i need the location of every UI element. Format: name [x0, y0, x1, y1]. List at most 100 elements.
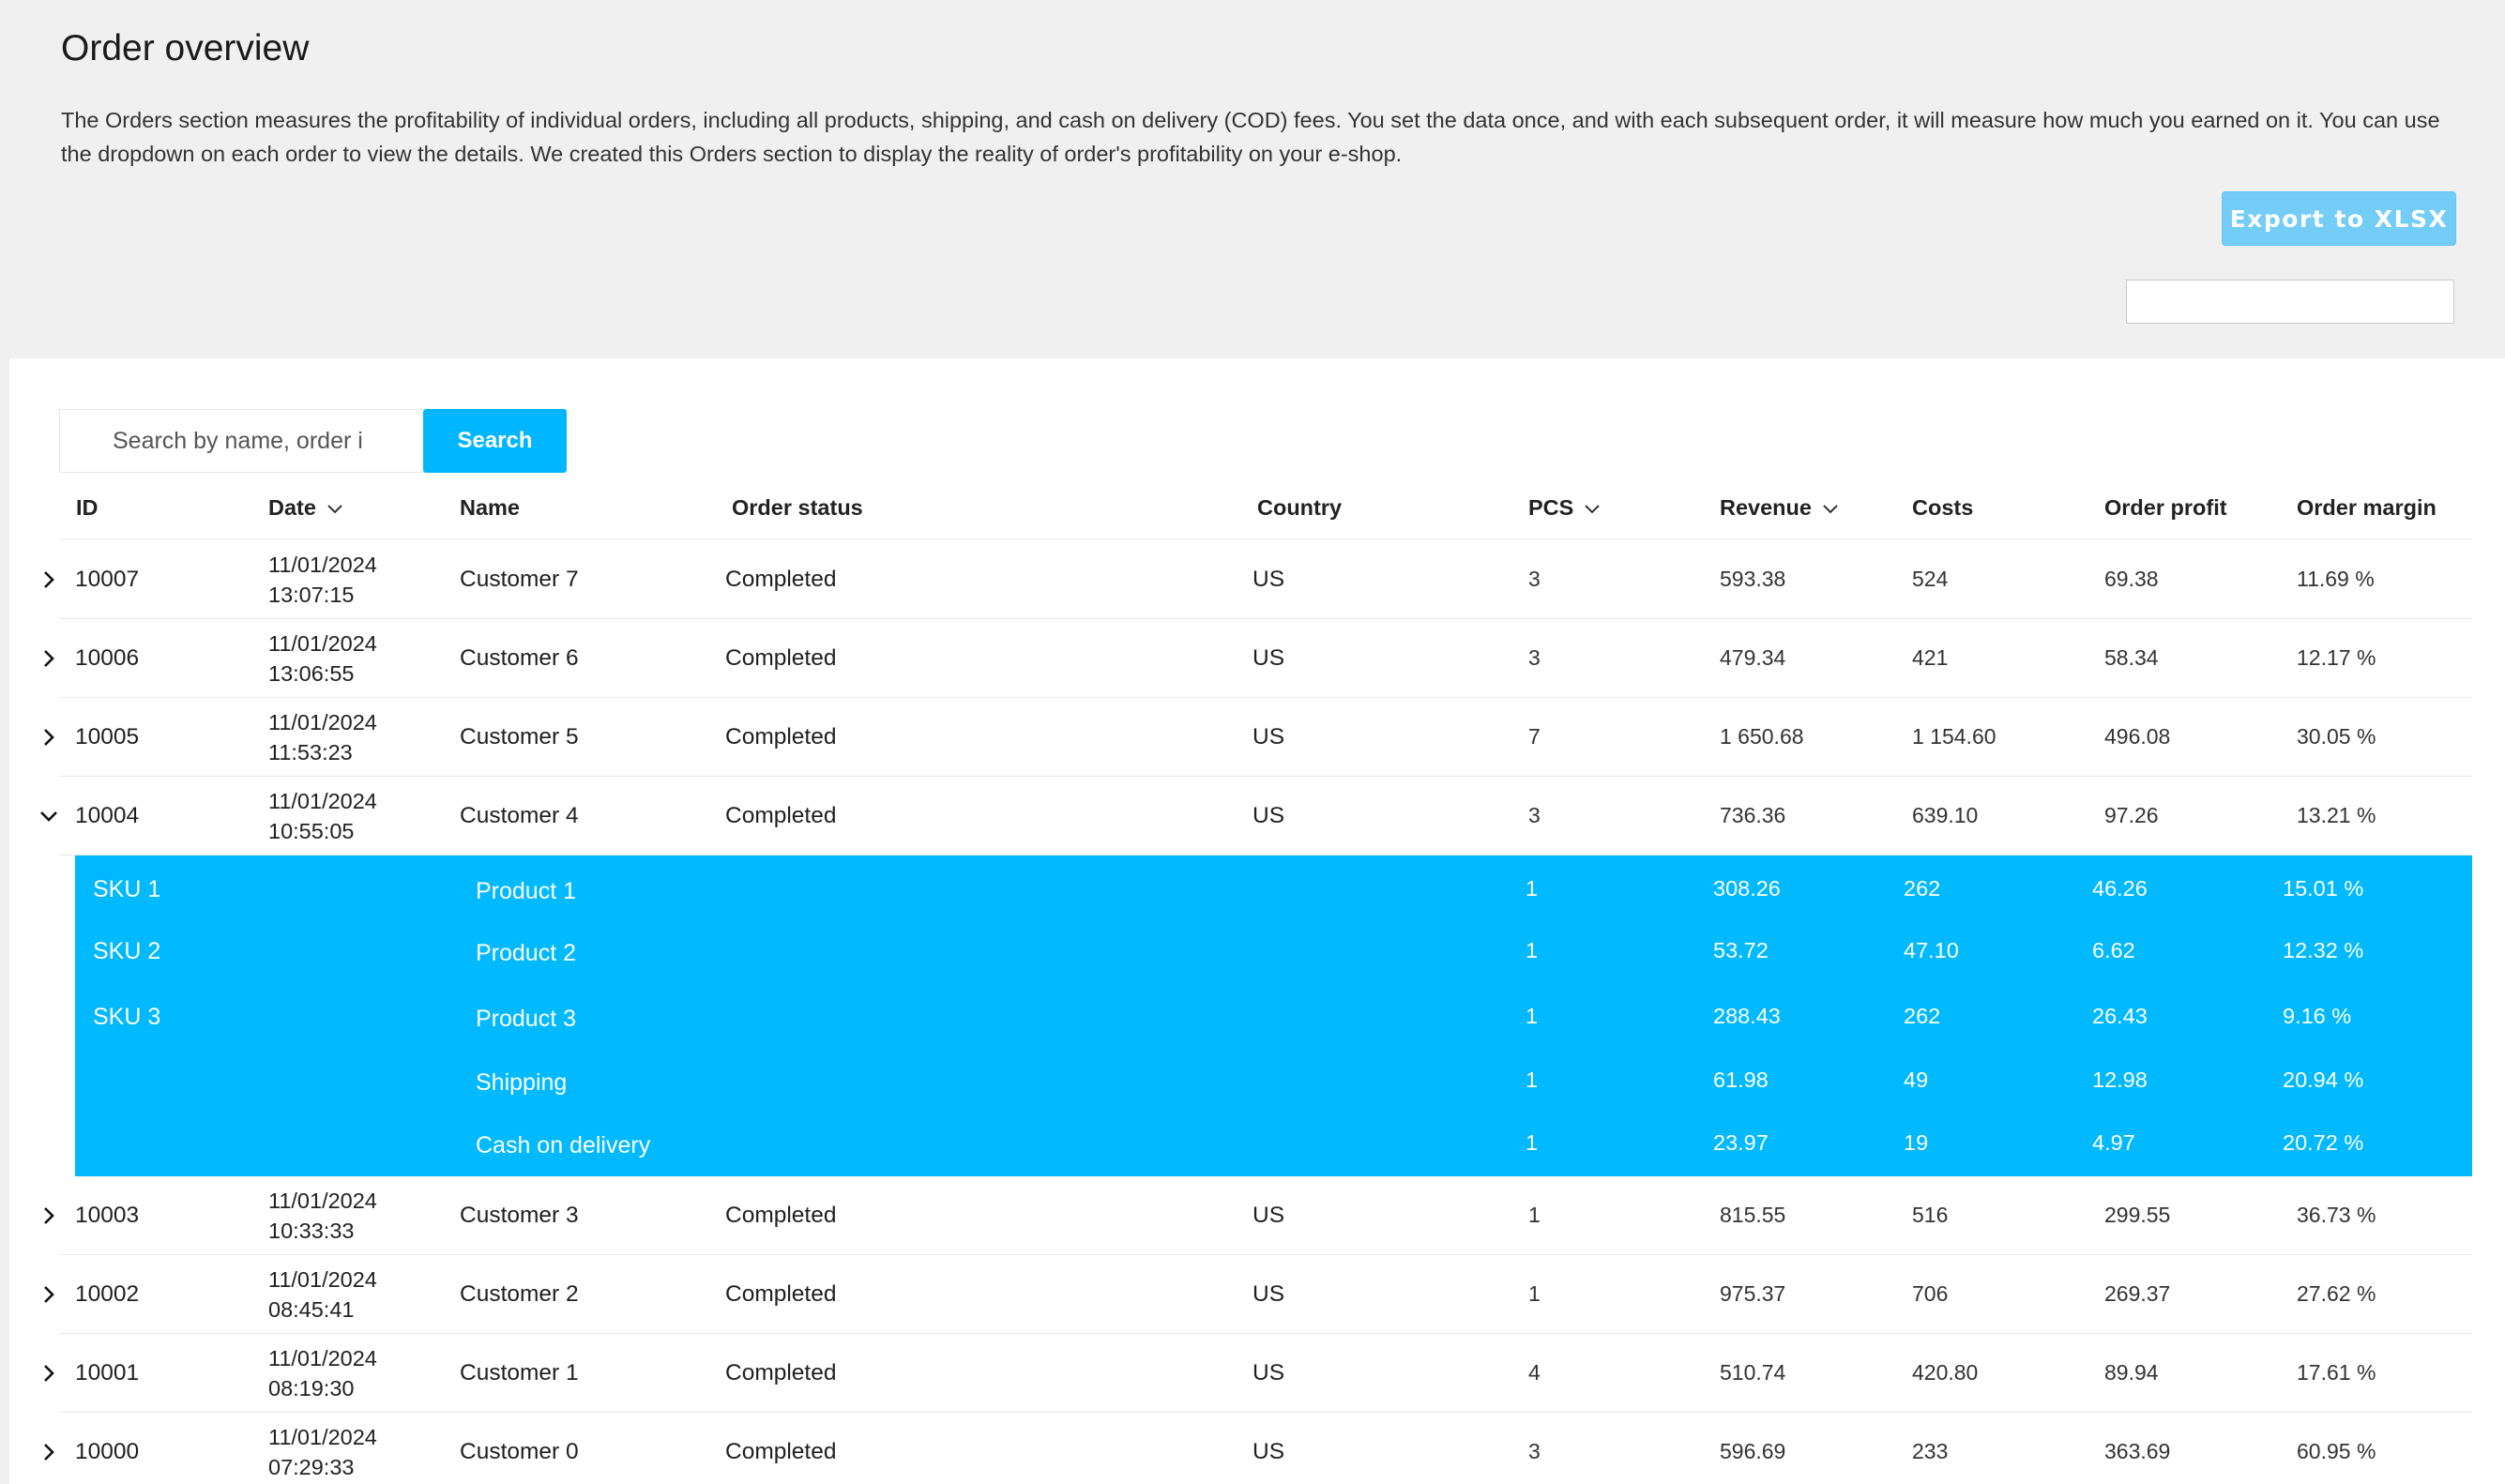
order-status: Completed — [725, 645, 837, 671]
order-date-day: 11/01/2024 — [268, 631, 377, 656]
chevron-right-icon[interactable] — [38, 568, 60, 591]
table-row[interactable]: 10004 Customer 4 Completed US 3 736.36 639.10 9… — [0, 777, 2505, 856]
date-filter-input[interactable] — [2126, 280, 2454, 324]
column-header-margin-label: Order margin — [2297, 494, 2437, 520]
table-row[interactable]: 10002 Customer 2 Completed US 1 975.37 706 269.… — [0, 1255, 2505, 1334]
order-date-day: 11/01/2024 — [268, 710, 377, 734]
column-header-name-label: Name — [460, 494, 521, 520]
order-date: 11/01/2024 10:55:05 — [268, 786, 377, 846]
column-header-pcs[interactable]: PCS — [1528, 492, 1602, 523]
chevron-right-icon[interactable] — [38, 1283, 60, 1306]
table-row[interactable]: 10005 Customer 5 Completed US 7 1 650.68 1 154… — [0, 698, 2505, 777]
column-header-costs[interactable]: Costs — [1912, 492, 1973, 523]
page-description: The Orders section measures the profitab… — [61, 108, 2440, 166]
order-name: Customer 3 — [460, 1203, 579, 1228]
detail-pcs: 1 — [1526, 938, 1539, 962]
order-margin: 30.05 % — [2297, 724, 2376, 749]
chevron-right-icon[interactable] — [38, 1441, 60, 1463]
order-name: Customer 6 — [460, 645, 579, 671]
detail-revenue: 288.43 — [1713, 1004, 1781, 1028]
order-margin: 12.17 % — [2297, 645, 2376, 670]
order-margin: 36.73 % — [2297, 1203, 2376, 1227]
detail-profit: 46.26 — [2092, 876, 2148, 901]
order-pcs: 3 — [1528, 803, 1541, 827]
chevron-right-icon[interactable] — [38, 726, 60, 749]
chevron-down-icon[interactable] — [38, 805, 60, 827]
order-date: 11/01/2024 08:45:41 — [268, 1264, 377, 1325]
order-date-time: 11:53:23 — [268, 740, 353, 765]
order-profit: 69.38 — [2104, 567, 2159, 591]
detail-margin: 9.16 % — [2283, 1004, 2352, 1028]
order-date-day: 11/01/2024 — [268, 553, 377, 577]
order-date: 11/01/2024 11:53:23 — [268, 707, 377, 767]
order-costs: 421 — [1912, 645, 1949, 670]
order-country: US — [1252, 645, 1285, 671]
column-header-status[interactable]: Order status — [732, 492, 863, 523]
detail-margin: 12.32 % — [2283, 938, 2364, 962]
order-id: 10002 — [75, 1281, 140, 1307]
order-revenue: 975.37 — [1720, 1281, 1786, 1306]
column-header-id[interactable]: ID — [76, 492, 99, 523]
order-margin: 60.95 % — [2297, 1439, 2376, 1463]
detail-costs: 47.10 — [1904, 938, 1959, 962]
detail-revenue: 53.72 — [1713, 938, 1769, 962]
order-country: US — [1252, 1203, 1285, 1228]
order-costs: 639.10 — [1912, 803, 1979, 827]
search-input[interactable]: Search by name, order i — [59, 409, 423, 473]
detail-revenue: 61.98 — [1713, 1068, 1769, 1092]
order-id: 10000 — [75, 1439, 140, 1464]
chevron-right-icon[interactable] — [38, 1204, 60, 1227]
detail-revenue: 308.26 — [1713, 876, 1781, 901]
order-profit: 97.26 — [2104, 803, 2159, 827]
column-header-revenue[interactable]: Revenue — [1720, 492, 1840, 523]
chevron-right-icon[interactable] — [38, 647, 60, 670]
table-row[interactable]: 10001 Customer 1 Completed US 4 510.74 420.80 8… — [0, 1334, 2505, 1413]
order-country: US — [1252, 724, 1285, 750]
order-status: Completed — [725, 1203, 837, 1228]
sort-down-icon[interactable] — [326, 498, 344, 517]
order-revenue: 593.38 — [1720, 567, 1786, 591]
table-row[interactable]: 10006 Customer 6 Completed US 3 479.34 421 58.3… — [0, 619, 2505, 698]
table-row[interactable]: 10000 Customer 0 Completed US 3 596.69 233 363.… — [0, 1413, 2505, 1484]
detail-costs: 262 — [1904, 876, 1941, 901]
detail-margin: 15.01 % — [2283, 876, 2364, 901]
sort-down-icon[interactable] — [1821, 498, 1840, 517]
sort-down-icon[interactable] — [1583, 498, 1602, 517]
order-id: 10004 — [75, 803, 140, 828]
order-date-time: 08:19:30 — [268, 1376, 355, 1401]
column-header-date[interactable]: Date — [268, 492, 344, 523]
search-button[interactable]: Search — [423, 409, 567, 473]
order-revenue: 596.69 — [1720, 1439, 1786, 1463]
order-status: Completed — [725, 1360, 837, 1386]
detail-costs: 262 — [1904, 1004, 1941, 1028]
order-revenue: 479.34 — [1720, 645, 1786, 670]
table-row[interactable]: 10003 Customer 3 Completed US 1 815.55 516 299.… — [0, 1176, 2505, 1255]
chevron-right-icon[interactable] — [38, 1362, 60, 1385]
detail-product: Product 3 — [476, 1006, 577, 1032]
order-revenue: 1 650.68 — [1720, 724, 1804, 749]
order-margin: 27.62 % — [2297, 1281, 2376, 1306]
order-country: US — [1252, 803, 1285, 828]
column-header-pcs-label: PCS — [1528, 494, 1574, 520]
column-header-revenue-label: Revenue — [1720, 494, 1812, 520]
order-status: Completed — [725, 1281, 837, 1307]
column-header-country[interactable]: Country — [1257, 492, 1342, 523]
column-header-profit-label: Order profit — [2104, 494, 2227, 520]
order-date-day: 11/01/2024 — [268, 1346, 377, 1370]
column-header-profit[interactable]: Order profit — [2104, 492, 2227, 523]
export-xlsx-button[interactable]: Export to XLSX — [2222, 191, 2456, 246]
detail-costs: 49 — [1904, 1068, 1929, 1092]
column-header-country-label: Country — [1257, 494, 1343, 520]
detail-costs: 19 — [1904, 1130, 1929, 1155]
order-costs: 1 154.60 — [1912, 724, 1996, 749]
detail-pcs: 1 — [1526, 1130, 1539, 1155]
order-id: 10003 — [75, 1203, 140, 1228]
column-header-status-label: Order status — [732, 494, 863, 520]
order-pcs: 3 — [1528, 567, 1541, 591]
detail-profit: 4.97 — [2092, 1130, 2135, 1155]
order-name: Customer 4 — [460, 803, 579, 828]
order-revenue: 510.74 — [1720, 1360, 1786, 1385]
column-header-margin[interactable]: Order margin — [2297, 492, 2437, 523]
column-header-name[interactable]: Name — [460, 492, 520, 523]
table-row[interactable]: 10007 Customer 7 Completed US 3 593.38 524 69.3… — [0, 540, 2505, 619]
